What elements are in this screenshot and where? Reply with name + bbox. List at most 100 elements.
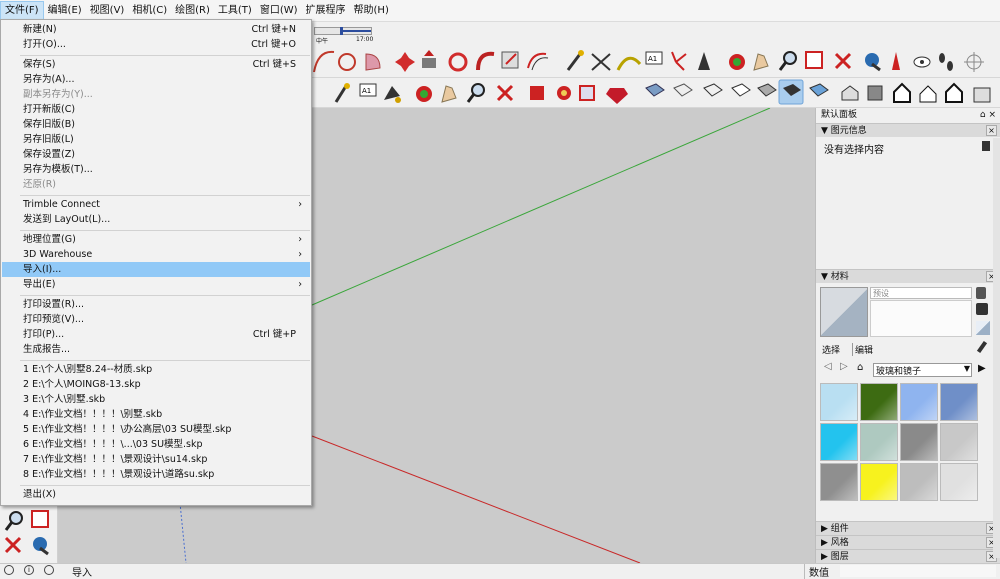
protractor-icon[interactable] — [616, 56, 642, 71]
close-icon[interactable]: × — [986, 125, 997, 136]
zoom-2-icon[interactable] — [466, 83, 485, 103]
material-swatch[interactable] — [820, 463, 858, 501]
recent-file-1[interactable]: 1 E:\个人\别墅8.24--材质.skp — [2, 362, 310, 377]
material-name-field[interactable]: 预设 — [870, 287, 972, 299]
forward-arrow-icon[interactable]: ▷ — [840, 361, 848, 372]
menu-item-save-legacy[interactable]: 保存旧版(B) — [2, 117, 310, 132]
menu-help[interactable]: 帮助(H) — [350, 1, 393, 21]
material-swatch[interactable] — [900, 383, 938, 421]
extension-warehouse-icon[interactable] — [557, 86, 571, 100]
measurements-input[interactable] — [840, 565, 996, 577]
material-swatch[interactable] — [900, 463, 938, 501]
style-backedges-icon[interactable] — [673, 83, 693, 97]
view-right-icon[interactable] — [919, 85, 937, 103]
menu-camera[interactable]: 相机(C) — [128, 1, 171, 21]
menu-item-send-to-layout[interactable]: 发送到 LayOut(L)... — [2, 212, 310, 227]
material-swatch[interactable] — [940, 463, 978, 501]
material-swatch[interactable] — [900, 423, 938, 461]
menu-view[interactable]: 视图(V) — [86, 1, 129, 21]
style-wireframe-icon[interactable] — [703, 83, 723, 97]
material-swatch[interactable] — [940, 383, 978, 421]
style-monochrome-icon[interactable] — [809, 83, 829, 97]
zoom-3-icon[interactable] — [4, 511, 23, 531]
material-swatch[interactable] — [940, 423, 978, 461]
menu-tools[interactable]: 工具(T) — [214, 1, 256, 21]
style-hidden-line-icon[interactable] — [731, 83, 751, 97]
text-icon[interactable]: A1 — [645, 51, 663, 65]
warehouse-icon[interactable] — [530, 86, 544, 100]
components-header[interactable]: ▶ 组件 × — [816, 521, 1000, 535]
style-xray-icon[interactable] — [645, 83, 665, 97]
zoom-window-2-icon[interactable] — [31, 510, 49, 528]
styles-header[interactable]: ▶ 风格 × — [816, 535, 1000, 549]
offset-icon[interactable] — [527, 52, 549, 71]
tab-edit[interactable]: 编辑 — [852, 343, 873, 356]
details-arrow-icon[interactable]: ▶ — [978, 363, 986, 374]
menu-item-print-preview[interactable]: 打印预览(V)... — [2, 312, 310, 327]
previous-view-icon[interactable] — [865, 53, 881, 72]
material-swatch[interactable] — [860, 423, 898, 461]
material-swatch[interactable] — [860, 463, 898, 501]
push-pull-icon[interactable] — [422, 50, 436, 68]
pan-icon[interactable] — [753, 53, 769, 71]
tape-measure-2-icon[interactable] — [334, 83, 350, 103]
new-material-icon[interactable] — [976, 287, 986, 299]
ruby-console-icon[interactable] — [606, 88, 628, 104]
share-model-icon[interactable] — [579, 85, 595, 101]
arc-2-icon[interactable] — [338, 53, 356, 71]
default-material-swatch-icon[interactable] — [976, 321, 990, 335]
zoom-window-icon[interactable] — [805, 51, 823, 69]
sample-paint-icon[interactable] — [976, 340, 988, 354]
material-swatch[interactable] — [820, 383, 858, 421]
tray-pin-icon[interactable]: ⌂ × — [980, 108, 1000, 123]
menu-item-geo-location[interactable]: 地理位置(G) › — [2, 232, 310, 247]
view-front-icon[interactable] — [893, 82, 911, 103]
menu-item-exit[interactable]: 退出(X) — [2, 487, 310, 502]
menu-file[interactable]: 文件(F) — [0, 0, 44, 21]
arc-icon[interactable] — [313, 50, 335, 73]
lock-icon[interactable] — [982, 141, 990, 151]
menu-item-open-new-version[interactable]: 打开新版(C) — [2, 102, 310, 117]
material-swatch[interactable] — [860, 383, 898, 421]
look-around-icon[interactable] — [913, 56, 931, 68]
shadow-time-slider[interactable] — [314, 27, 372, 35]
menu-extensions[interactable]: 扩展程序 — [302, 1, 350, 21]
menu-item-save-as[interactable]: 另存为(A)... — [2, 72, 310, 87]
menu-edit[interactable]: 编辑(E) — [44, 1, 86, 21]
back-arrow-icon[interactable]: ◁ — [824, 361, 832, 372]
menu-item-open[interactable]: 打开(O)... Ctrl 键+O — [2, 37, 310, 52]
paint-bucket-icon[interactable] — [384, 86, 401, 103]
zoom-icon[interactable] — [778, 51, 797, 71]
material-swatch[interactable] — [820, 423, 858, 461]
user-icon[interactable] — [44, 565, 54, 575]
view-left-icon[interactable] — [973, 87, 991, 103]
recent-file-5[interactable]: 5 E:\作业文档！！！！\办公高层\03 SU模型.skp — [2, 422, 310, 437]
3d-text-icon[interactable] — [698, 52, 710, 70]
zoom-extents-2-icon[interactable] — [496, 84, 514, 102]
scale-icon[interactable] — [501, 51, 519, 69]
pie-icon[interactable] — [365, 53, 381, 71]
menu-item-print[interactable]: 打印(P)... Ctrl 键+P — [2, 327, 310, 342]
materials-header[interactable]: ▼ 材料 × — [816, 269, 1000, 283]
section-plane-icon[interactable] — [964, 52, 984, 72]
layers-header[interactable]: ▶ 图层 × — [816, 549, 1000, 563]
menu-item-save[interactable]: 保存(S) Ctrl 键+S — [2, 57, 310, 72]
text-2-icon[interactable]: A1 — [359, 83, 377, 97]
zoom-extents-3-icon[interactable] — [4, 536, 22, 554]
menu-item-save-as-template[interactable]: 另存为模板(T)... — [2, 162, 310, 177]
home-icon[interactable]: ⌂ — [857, 362, 863, 373]
view-back-icon[interactable] — [945, 82, 963, 103]
menu-window[interactable]: 窗口(W) — [256, 1, 302, 21]
menu-item-import[interactable]: 导入(I)... — [2, 262, 310, 277]
menu-item-trimble-connect[interactable]: Trimble Connect › — [2, 197, 310, 212]
orbit-2-icon[interactable] — [416, 86, 432, 102]
recent-file-2[interactable]: 2 E:\个人\MOING8-13.skp — [2, 377, 310, 392]
view-top-icon[interactable] — [867, 85, 883, 101]
dimension-icon[interactable] — [591, 53, 611, 71]
style-shaded-icon[interactable] — [757, 83, 777, 97]
menu-item-generate-report[interactable]: 生成报告... — [2, 342, 310, 357]
menu-item-export[interactable]: 导出(E) › — [2, 277, 310, 292]
move-icon[interactable] — [395, 52, 415, 72]
geo-location-icon[interactable] — [4, 565, 14, 575]
menu-draw[interactable]: 绘图(R) — [171, 1, 214, 21]
